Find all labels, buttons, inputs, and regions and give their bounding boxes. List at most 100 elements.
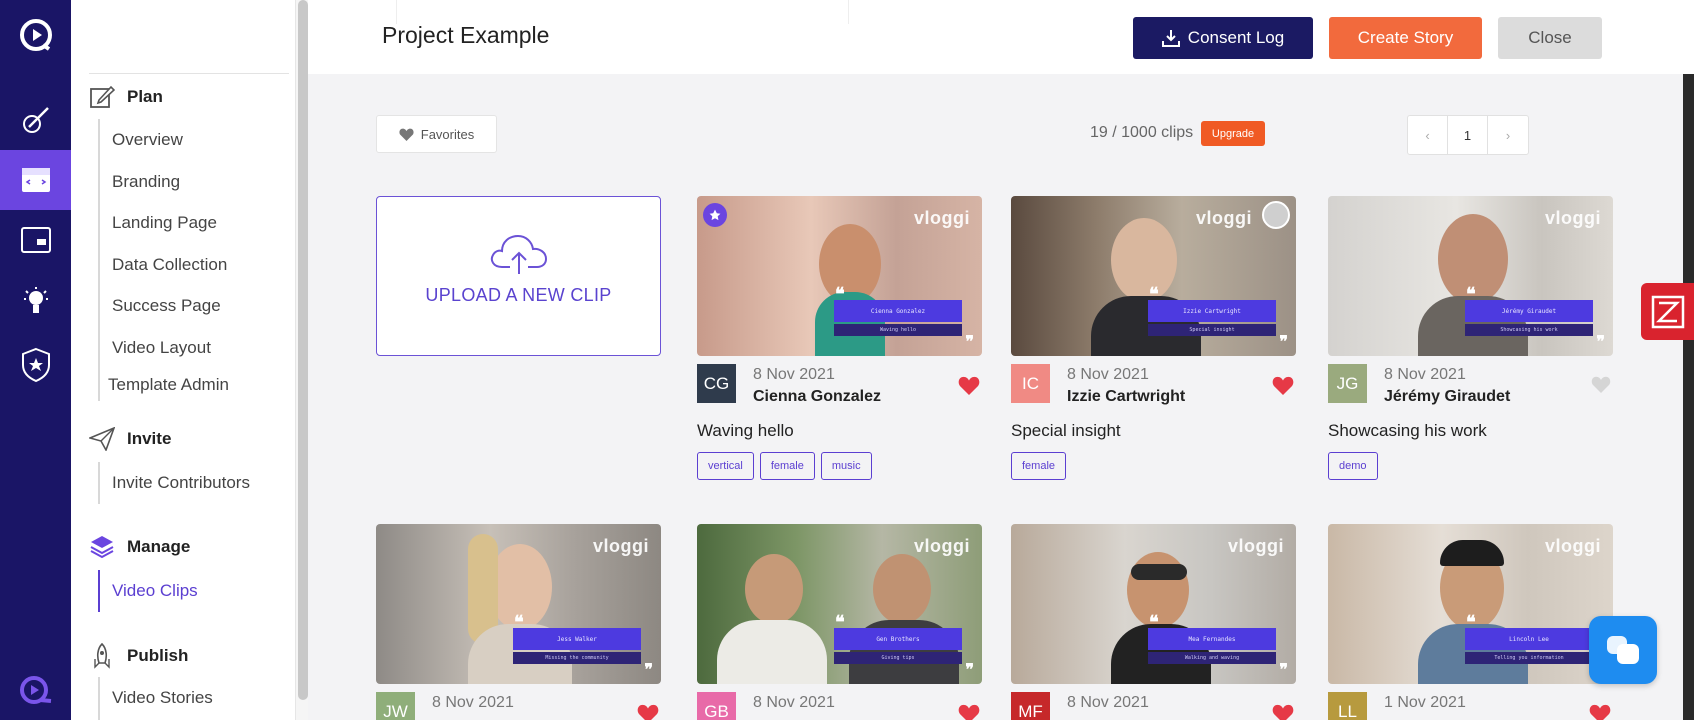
avatar: JG (1328, 364, 1367, 403)
page-number[interactable]: 1 (1448, 116, 1488, 154)
heart-icon[interactable] (1591, 376, 1611, 393)
plan-items: Overview Branding Landing Page Data Coll… (98, 119, 229, 401)
create-story-button[interactable]: Create Story (1329, 17, 1482, 59)
clip-card[interactable]: vloggi ❝ Gen Brothers Giving tips ❞ GB 8… (697, 524, 982, 720)
brand-watermark: vloggi (1545, 208, 1601, 228)
clip-card[interactable]: vloggi ❝ Jérémy Giraudet Showcasing his … (1328, 196, 1613, 480)
screen-icon[interactable] (0, 210, 71, 270)
section-invite[interactable]: Invite (89, 427, 171, 451)
contributor-name: Izzie Cartwright (1067, 388, 1186, 405)
brand-watermark: vloggi (914, 536, 970, 556)
caption-banner: Missing the community (513, 652, 641, 664)
heart-icon[interactable] (1589, 704, 1611, 720)
clip-title: Special insight (1011, 421, 1121, 440)
sidebar-menu: Plan Overview Branding Landing Page Data… (71, 0, 296, 720)
clip-thumbnail[interactable]: vloggi ❝ Jess Walker Missing the communi… (376, 524, 661, 684)
tag[interactable]: female (759, 452, 815, 480)
clips-count: 19 / 1000 clips (1090, 124, 1194, 141)
clip-card[interactable]: vloggi ❝ Cienna Gonzalez Waving hello ❞ … (697, 196, 982, 480)
prev-page-button[interactable]: ‹ (1408, 116, 1448, 154)
sidebar-item-video-stories[interactable]: Video Stories (100, 677, 213, 719)
consent-log-button[interactable]: Consent Log (1133, 17, 1313, 59)
clip-thumbnail[interactable]: vloggi ❝ Izzie Cartwright Special insigh… (1011, 196, 1296, 356)
feedback-tab[interactable] (1641, 283, 1694, 340)
clip-thumbnail[interactable]: vloggi ❝ Mea Fernandes Walking and wavin… (1011, 524, 1296, 684)
heart-icon[interactable] (958, 376, 980, 395)
publish-items: Video Stories (98, 677, 213, 720)
paper-plane-icon (89, 427, 115, 451)
clip-card[interactable]: vloggi ❝ Jess Walker Missing the communi… (376, 524, 661, 720)
upload-label: UPLOAD A NEW CLIP (425, 285, 612, 305)
shield-star-icon[interactable] (0, 335, 71, 395)
tag[interactable]: music (820, 452, 872, 480)
sidebar-item-success-page[interactable]: Success Page (100, 285, 229, 327)
star-icon[interactable] (703, 203, 727, 227)
lightbulb-icon[interactable] (0, 272, 71, 332)
caption-banner: Telling you information (1465, 652, 1593, 664)
sidebar-item-overview[interactable]: Overview (100, 119, 229, 161)
tag-list: female (1011, 452, 1296, 480)
tag[interactable]: vertical (697, 452, 754, 480)
avatar: CG (697, 364, 736, 403)
sidebar-item-landing-page[interactable]: Landing Page (100, 202, 229, 244)
avatar: LL (1328, 692, 1367, 720)
clip-date: 1 Nov 2021 (1384, 694, 1466, 711)
caption-banner: Showcasing his work (1465, 324, 1593, 336)
heart-icon[interactable] (637, 704, 659, 720)
caption-banner: Walking and waving (1148, 652, 1276, 664)
clip-card[interactable]: vloggi ❝ Izzie Cartwright Special insigh… (1011, 196, 1296, 480)
clip-thumbnail[interactable]: vloggi ❝ Gen Brothers Giving tips ❞ (697, 524, 982, 684)
feedback-icon (1651, 295, 1684, 328)
upgrade-button[interactable]: Upgrade (1201, 121, 1265, 146)
logo-icon[interactable] (0, 5, 71, 65)
quote-icon: ❞ (965, 662, 974, 679)
person-image (745, 554, 803, 624)
name-banner: Gen Brothers (834, 628, 962, 650)
projects-icon[interactable] (0, 150, 71, 210)
sidebar-item-video-clips[interactable]: Video Clips (100, 570, 198, 612)
section-plan[interactable]: Plan (89, 84, 163, 110)
avatar: GB (697, 692, 736, 720)
heart-icon[interactable] (1272, 376, 1294, 395)
brand-icon[interactable] (0, 660, 71, 720)
clip-thumbnail[interactable]: vloggi ❝ Lincoln Lee Telling you informa… (1328, 524, 1613, 684)
tag[interactable]: demo (1328, 452, 1378, 480)
divider (396, 0, 397, 24)
section-publish[interactable]: Publish (89, 643, 188, 669)
avatar: IC (1011, 364, 1050, 403)
heart-icon[interactable] (1272, 704, 1294, 720)
sidebar-item-video-layout[interactable]: Video Layout (100, 327, 229, 369)
close-button[interactable]: Close (1498, 17, 1602, 59)
clip-card[interactable]: vloggi ❝ Lincoln Lee Telling you informa… (1328, 524, 1613, 720)
clip-thumbnail[interactable]: vloggi ❝ Jérémy Giraudet Showcasing his … (1328, 196, 1613, 356)
section-manage[interactable]: Manage (89, 535, 190, 559)
sidebar-item-invite-contributors[interactable]: Invite Contributors (100, 462, 250, 504)
sidebar-item-data-collection[interactable]: Data Collection (100, 244, 229, 286)
clip-date: 8 Nov 2021 (1067, 366, 1149, 383)
consent-log-label: Consent Log (1187, 28, 1285, 47)
brand-watermark: vloggi (593, 536, 649, 556)
divider (848, 0, 849, 24)
brush-icon[interactable] (0, 90, 71, 150)
upload-clip-card[interactable]: UPLOAD A NEW CLIP (376, 196, 661, 356)
clip-thumbnail[interactable]: vloggi ❝ Cienna Gonzalez Waving hello ❞ (697, 196, 982, 356)
clip-meta: IC 8 Nov 2021 Izzie Cartwright (1011, 364, 1296, 416)
divider (89, 73, 289, 74)
tag[interactable]: female (1011, 452, 1067, 480)
chat-button[interactable] (1589, 616, 1657, 684)
invite-items: Invite Contributors (98, 462, 250, 504)
clip-card[interactable]: vloggi ❝ Mea Fernandes Walking and wavin… (1011, 524, 1296, 720)
next-page-button[interactable]: › (1488, 116, 1528, 154)
clip-meta: MF 8 Nov 2021 (1011, 692, 1296, 720)
sidebar-item-template-admin[interactable]: Template Admin (100, 368, 229, 402)
favorites-filter-button[interactable]: Favorites (376, 115, 497, 153)
caption-banner: Giving tips (834, 652, 962, 664)
select-toggle[interactable] (1262, 201, 1290, 229)
sidebar-scrollbar-thumb[interactable] (298, 0, 308, 700)
page-scrollbar[interactable] (1683, 74, 1694, 720)
quote-icon: ❞ (1279, 662, 1288, 679)
clip-title: Showcasing his work (1328, 421, 1487, 440)
sidebar-item-branding[interactable]: Branding (100, 161, 229, 203)
heart-icon[interactable] (958, 704, 980, 720)
header: Project Example Consent Log Create Story… (308, 0, 1694, 74)
